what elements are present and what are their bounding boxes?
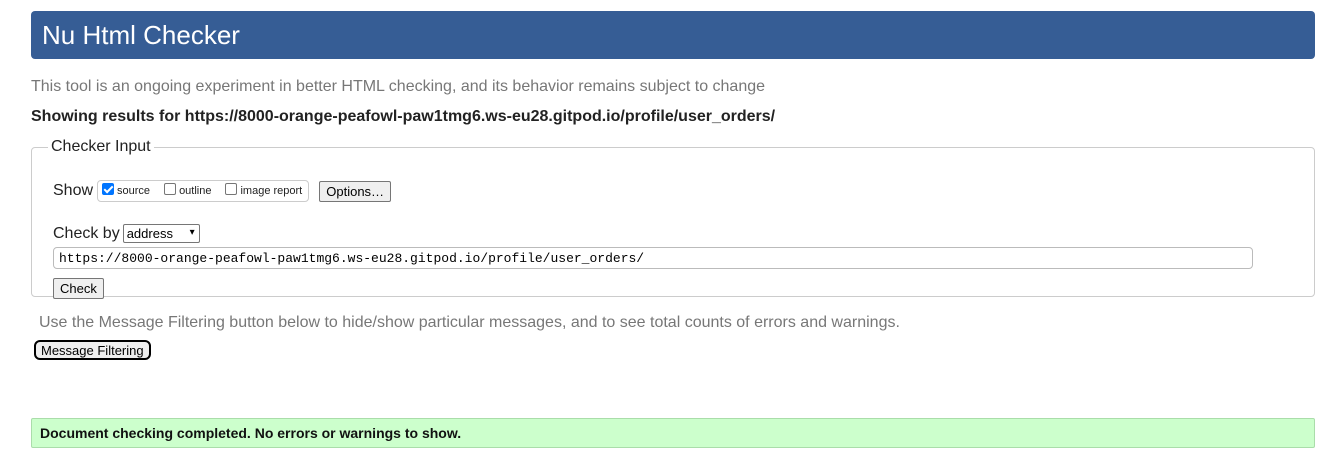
source-checkbox[interactable] — [102, 183, 115, 195]
nu-html-checker-page: Nu Html Checker This tool is an ongoing … — [0, 0, 1339, 454]
message-filtering-button[interactable]: Message Filtering — [34, 340, 151, 360]
intro-text: This tool is an ongoing experiment in be… — [31, 78, 766, 95]
source-checkbox-label: source — [117, 185, 151, 197]
image-report-checkbox-label: image report — [240, 185, 303, 197]
url-input[interactable]: https://8000-orange-peafowl-paw1tmg6.ws-… — [53, 247, 1253, 269]
show-option-image-report[interactable]: image report — [225, 183, 303, 197]
results-for-heading: Showing results for https://8000-orange-… — [31, 108, 776, 125]
chevron-down-icon: ▾ — [189, 227, 195, 238]
outline-checkbox[interactable] — [164, 183, 177, 195]
show-label: Show — [53, 182, 94, 199]
title-bar: Nu Html Checker — [31, 11, 1315, 59]
image-report-checkbox[interactable] — [225, 183, 238, 195]
options-button[interactable]: Options… — [319, 180, 392, 202]
show-option-outline[interactable]: outline — [164, 183, 212, 197]
check-by-row: Check by address ▾ — [53, 224, 200, 243]
show-row: Show source outline image report Options… — [53, 180, 392, 202]
checker-input-legend: Checker Input — [51, 138, 151, 155]
page-title: Nu Html Checker — [42, 20, 240, 50]
checker-input-fieldset: Checker Input Show source outline image … — [31, 138, 1315, 299]
check-by-select[interactable]: address ▾ — [122, 224, 200, 243]
outline-checkbox-label: outline — [179, 185, 212, 197]
check-by-selected-value: address — [126, 226, 173, 241]
message-filtering-note: Use the Message Filtering button below t… — [39, 314, 900, 331]
show-options-group: source outline image report — [97, 180, 310, 202]
check-button[interactable]: Check — [53, 278, 104, 299]
check-by-label: Check by — [53, 224, 120, 242]
result-success-message: Document checking completed. No errors o… — [31, 418, 1315, 448]
show-option-source[interactable]: source — [102, 183, 151, 197]
